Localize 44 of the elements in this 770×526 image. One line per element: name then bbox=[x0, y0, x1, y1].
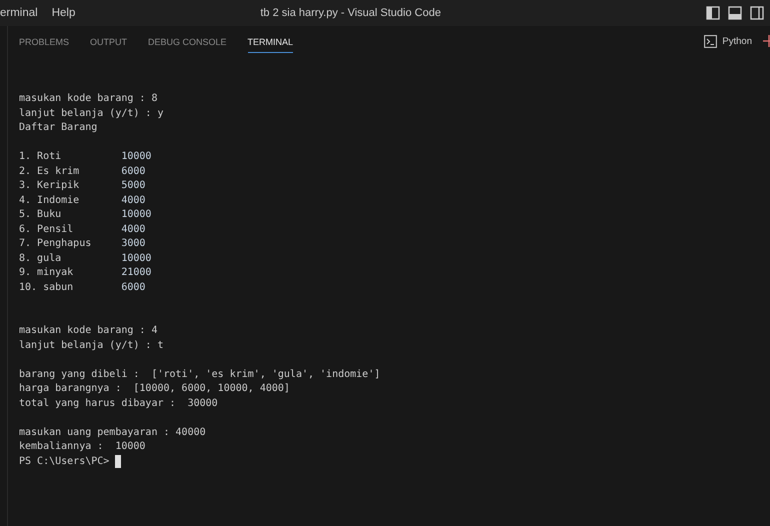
item-price: 21000 bbox=[121, 266, 152, 280]
terminal-line: masukan kode barang : 8 bbox=[19, 92, 158, 106]
item-name: 6. Pensil bbox=[19, 222, 74, 236]
terminal-line: lanjut belanja (y/t) : t bbox=[19, 338, 164, 352]
text-cursor bbox=[115, 455, 122, 468]
terminal-line: total yang harus dibayar : 30000 bbox=[19, 396, 218, 410]
terminal-line: masukan uang pembayaran : 40000 bbox=[19, 426, 206, 440]
item-price: 5000 bbox=[121, 179, 146, 193]
item-name: 2. Es krim bbox=[19, 164, 80, 178]
item-name: 1. Roti bbox=[19, 150, 62, 164]
item-name: 3. Keripik bbox=[19, 179, 80, 193]
item-name: 9. minyak bbox=[19, 266, 74, 280]
item-name: 4. Indomie bbox=[19, 194, 80, 208]
panel-tab[interactable]: DEBUG CONSOLE bbox=[148, 29, 227, 53]
terminal-prompt: PS C:\Users\PC> bbox=[19, 454, 110, 468]
item-name: 8. gula bbox=[19, 252, 62, 266]
item-price: 10000 bbox=[121, 150, 152, 164]
menu-item[interactable]: erminal bbox=[0, 7, 38, 19]
terminal-line: kembaliannya : 10000 bbox=[19, 440, 146, 454]
item-name: 5. Buku bbox=[19, 208, 62, 222]
terminal-line: Daftar Barang bbox=[19, 121, 98, 135]
terminal-line: harga barangnya : [10000, 6000, 10000, 4000] bbox=[19, 382, 290, 396]
terminal-profile-label[interactable]: Python bbox=[722, 36, 752, 46]
item-price: 4000 bbox=[121, 222, 146, 236]
item-price: 10000 bbox=[121, 252, 152, 266]
sidebar-toggle-icon[interactable] bbox=[706, 6, 720, 20]
secondary-sidebar-toggle-icon[interactable] bbox=[750, 6, 764, 20]
item-price: 10000 bbox=[121, 208, 152, 222]
terminal-line: lanjut belanja (y/t) : y bbox=[19, 106, 164, 120]
panel-tab[interactable]: OUTPUT bbox=[90, 29, 128, 53]
menu-item[interactable]: Help bbox=[52, 7, 76, 19]
item-name: 10. sabun bbox=[19, 280, 74, 294]
terminal-line: barang yang dibeli : ['roti', 'es krim', 'gula', 'indomie'] bbox=[19, 368, 380, 382]
item-price: 3000 bbox=[121, 237, 146, 251]
panel-tab[interactable]: TERMINAL bbox=[248, 29, 294, 53]
terminal-icon bbox=[704, 34, 718, 48]
panel-tab[interactable]: PROBLEMS bbox=[19, 29, 70, 53]
item-price: 4000 bbox=[121, 194, 146, 208]
terminal-line: masukan kode barang : 4 bbox=[19, 324, 158, 338]
item-name: 7. Penghapus bbox=[19, 237, 92, 251]
panel-toggle-icon[interactable] bbox=[728, 6, 742, 20]
item-price: 6000 bbox=[121, 164, 146, 178]
window-title: tb 2 sia harry.py - Visual Studio Code bbox=[260, 7, 441, 19]
item-price: 6000 bbox=[121, 280, 146, 294]
